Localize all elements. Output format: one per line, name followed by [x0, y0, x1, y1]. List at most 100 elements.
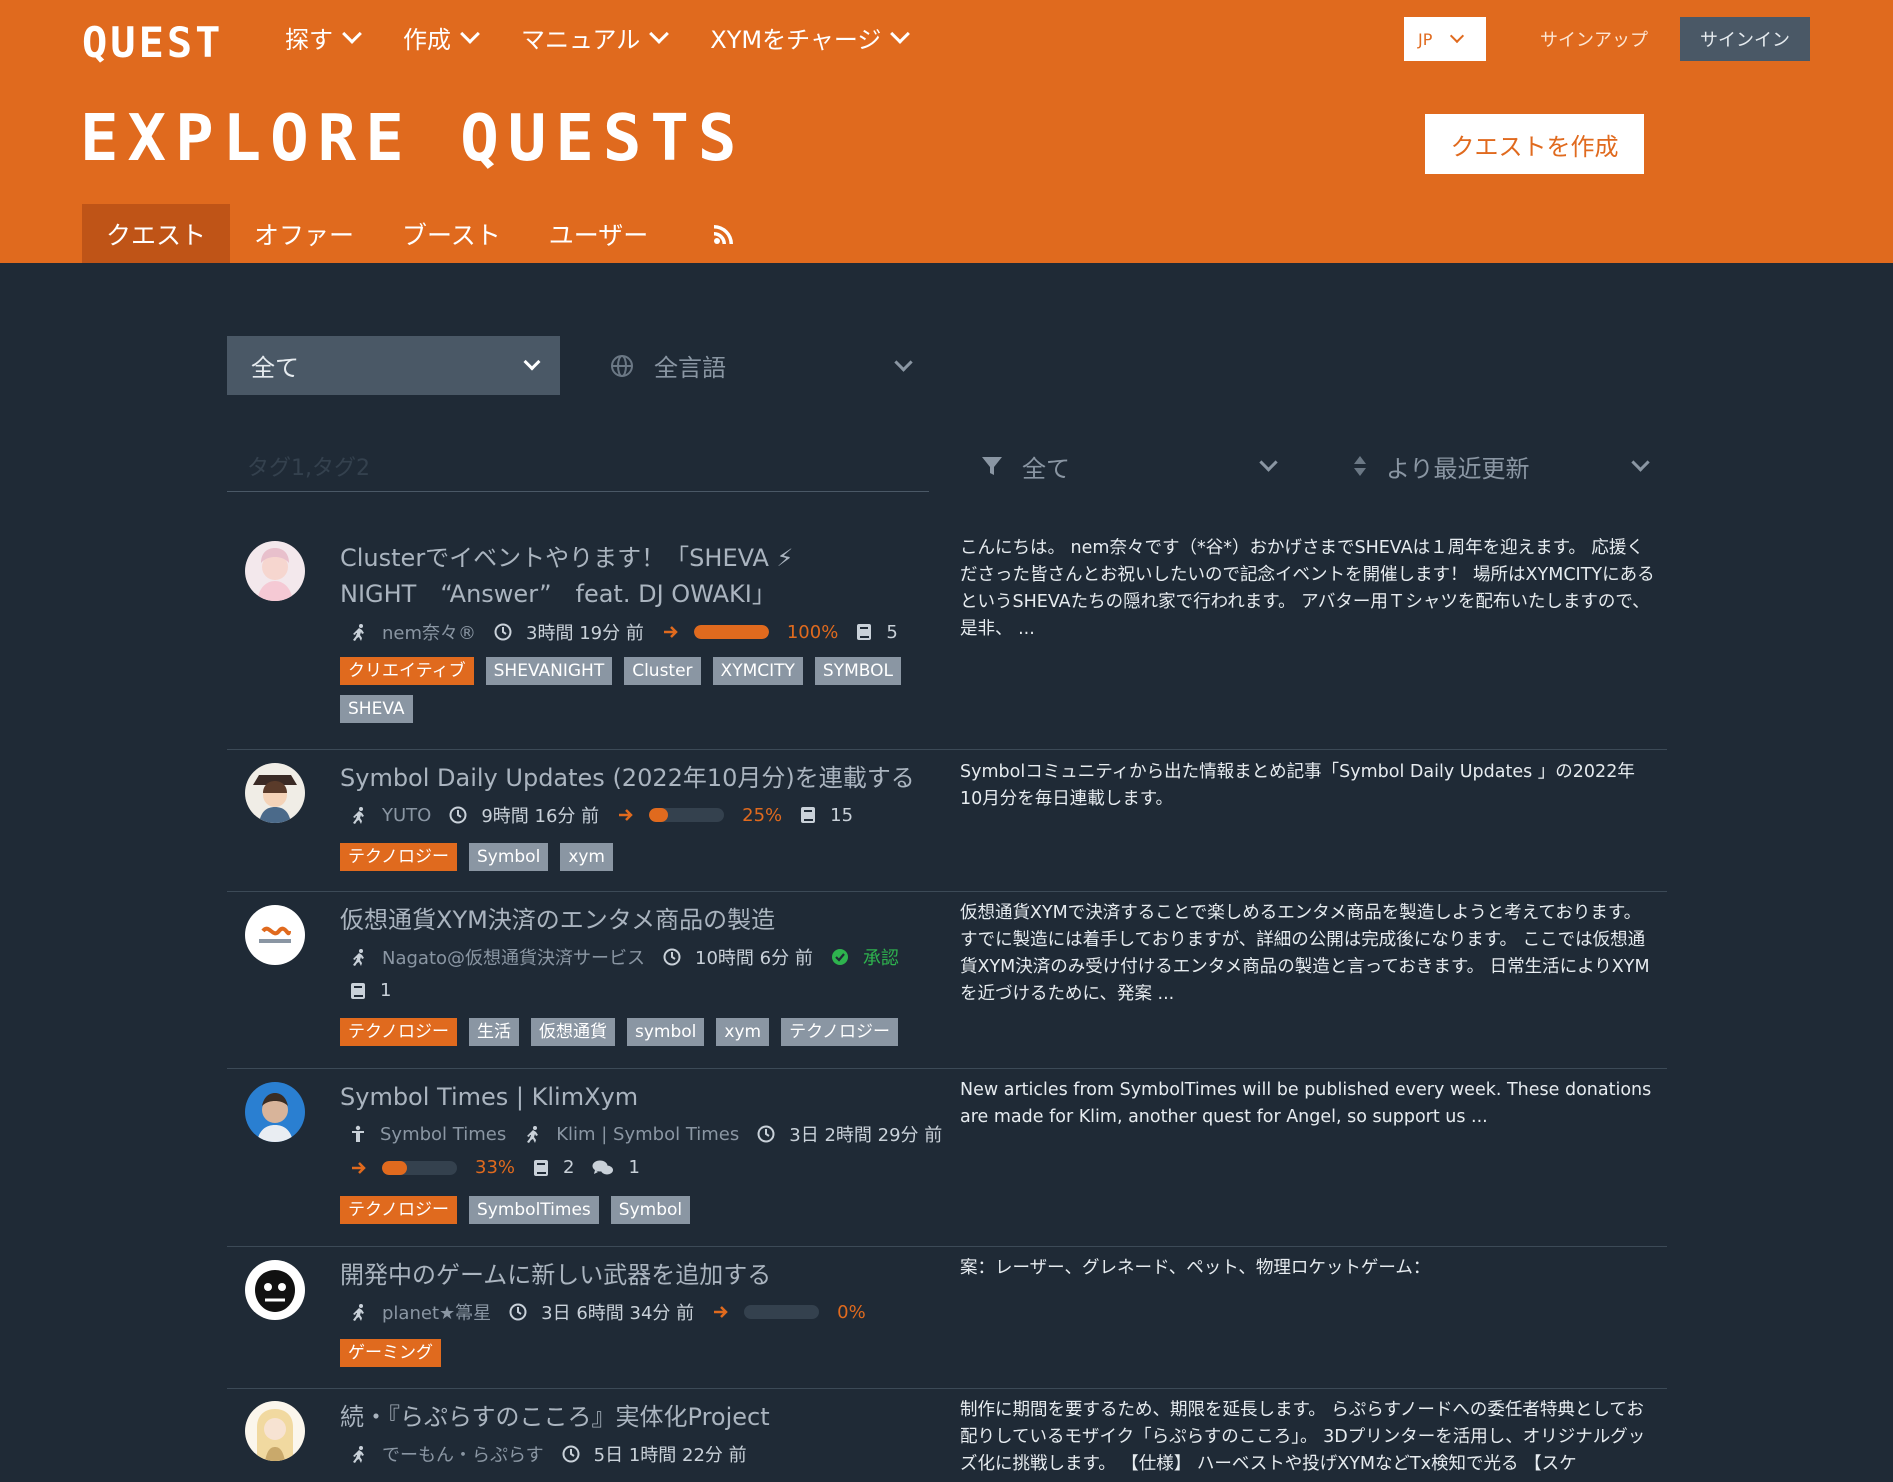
tag[interactable]: xym: [560, 843, 613, 871]
tag[interactable]: SymbolTimes: [468, 1196, 599, 1224]
tag[interactable]: 仮想通貨: [530, 1018, 615, 1046]
author-name[interactable]: Nagato@仮想通貨決済サービス: [382, 944, 645, 970]
author-name[interactable]: nem奈々®: [382, 619, 476, 645]
tag[interactable]: テクノロジー: [781, 1018, 899, 1046]
author-name[interactable]: でーもん・らぷらす: [382, 1441, 544, 1467]
quest-title[interactable]: Symbol Daily Updates (2022年10月分)を連載する: [340, 760, 940, 796]
quest-item[interactable]: 仮想通貨XYM決済のエンタメ商品の製造 Nagato@仮想通貨決済サービス 10…: [227, 892, 1667, 1069]
progress-label: 0%: [837, 1301, 866, 1323]
category-tag[interactable]: テクノロジー: [340, 1196, 457, 1224]
quest-title[interactable]: 仮想通貨XYM決済のエンタメ商品の製造: [340, 902, 940, 938]
updated-time: 3日 6時間 34分 前: [541, 1303, 695, 1324]
progress-label: 25%: [742, 804, 783, 826]
tag[interactable]: Cluster: [624, 657, 701, 685]
quest-meta: Nagato@仮想通貨決済サービス 10時間 6分 前 承認: [350, 944, 899, 970]
language-value: JP: [1418, 29, 1433, 49]
tag[interactable]: 生活: [468, 1018, 519, 1046]
quest-title[interactable]: Symbol Times | KlimXym: [340, 1079, 810, 1115]
nav-create-label: 作成: [403, 26, 451, 54]
signin-button[interactable]: サインイン: [1680, 17, 1810, 61]
tag-list: テクノロジー SymbolTimes Symbol: [340, 1196, 960, 1224]
runner-icon: [350, 1303, 368, 1321]
updated-time: 9時間 16分 前: [481, 806, 600, 827]
book-count: 2: [563, 1157, 575, 1178]
create-quest-button[interactable]: クエストを作成: [1425, 114, 1644, 174]
tab-users[interactable]: ユーザー: [525, 204, 673, 263]
quest-meta-extra: 33% 2 1: [350, 1157, 640, 1178]
quest-description: 案：レーザー、グレネード、ペット、物理ロケットゲーム：: [960, 1258, 1431, 1278]
quest-title[interactable]: 開発中のゲームに新しい武器を追加する: [340, 1257, 940, 1293]
rss-icon[interactable]: [712, 204, 736, 263]
quest-item[interactable]: Symbol Times | KlimXym Symbol Times Klim…: [227, 1069, 1667, 1247]
quest-item[interactable]: 続・『らぷらすのこころ』実体化Project でーもん・らぷらす 5日 1時間 …: [227, 1389, 1667, 1482]
clock-icon: [562, 1445, 580, 1463]
category-tag[interactable]: テクノロジー: [340, 843, 457, 871]
tag[interactable]: symbol: [626, 1018, 705, 1046]
nav-manual[interactable]: マニュアル: [521, 20, 670, 55]
category-tag[interactable]: ゲーミング: [340, 1339, 441, 1367]
tag[interactable]: SHEVANIGHT: [485, 657, 613, 685]
avatar[interactable]: [245, 1082, 305, 1142]
tab-boosts[interactable]: ブースト: [378, 204, 525, 263]
avatar[interactable]: [245, 905, 305, 965]
status-filter[interactable]: 全て: [980, 440, 1278, 492]
category-filter[interactable]: 全て: [227, 336, 560, 395]
quest-item[interactable]: Clusterでイベントやります！「SHEVA ⚡ NIGHT “Answer”…: [227, 520, 1667, 750]
book-count: 15: [830, 804, 854, 826]
tab-offers[interactable]: オファー: [230, 204, 378, 263]
tag-search-placeholder: タグ1,タグ2: [247, 455, 370, 481]
nav-explore[interactable]: 探す: [285, 20, 362, 55]
tag[interactable]: XYMCITY: [712, 657, 803, 685]
tag[interactable]: SHEVA: [340, 695, 413, 723]
chevron-down-icon: [890, 24, 911, 44]
tag-search-input[interactable]: タグ1,タグ2: [227, 440, 929, 492]
nav-charge[interactable]: XYMをチャージ: [710, 20, 911, 55]
sort-filter[interactable]: より最近更新: [1352, 440, 1650, 492]
book-count: 1: [380, 980, 392, 1001]
main-nav: 探す 作成 マニュアル XYMをチャージ: [285, 20, 911, 55]
book-icon: [350, 982, 366, 1000]
updated-time: 10時間 6分 前: [695, 948, 813, 969]
site-header: QUEST 探す 作成 マニュアル XYMをチャージ JP サインアップ サイン…: [0, 0, 1893, 263]
quest-item[interactable]: 開発中のゲームに新しい武器を追加する planet★箒星 3日 6時間 34分 …: [227, 1247, 1667, 1389]
category-tag[interactable]: テクノロジー: [340, 1018, 457, 1046]
tag[interactable]: Symbol: [610, 1196, 691, 1224]
runner-icon: [350, 806, 368, 824]
author-name[interactable]: planet★箒星: [382, 1299, 491, 1325]
language-filter-value: 全言語: [654, 354, 726, 382]
site-logo[interactable]: QUEST: [82, 18, 223, 67]
runner-icon: [350, 948, 368, 966]
language-filter[interactable]: 全言語: [610, 336, 913, 395]
sort-icon: [1354, 456, 1366, 476]
progress-fill: [693, 625, 769, 639]
progress-label: 33%: [475, 1157, 516, 1178]
signup-link[interactable]: サインアップ: [1540, 26, 1648, 52]
author-name[interactable]: YUTO: [382, 805, 431, 826]
quest-title[interactable]: Clusterでイベントやります！「SHEVA ⚡ NIGHT “Answer”…: [340, 540, 810, 612]
clock-icon: [757, 1125, 775, 1143]
updated-time: 5日 1時間 22分 前: [593, 1445, 747, 1466]
book-icon: [856, 623, 872, 641]
tag[interactable]: xym: [716, 1018, 770, 1046]
avatar[interactable]: [245, 1401, 305, 1461]
tag[interactable]: Symbol: [468, 843, 549, 871]
tag[interactable]: SYMBOL: [814, 657, 901, 685]
chevron-down-icon: [460, 24, 480, 44]
avatar[interactable]: [245, 541, 305, 601]
avatar[interactable]: [245, 763, 305, 823]
progress-fill: [382, 1160, 407, 1175]
quest-item[interactable]: Symbol Daily Updates (2022年10月分)を連載する YU…: [227, 750, 1667, 892]
category-tag[interactable]: クリエイティブ: [340, 657, 474, 685]
nav-create[interactable]: 作成: [403, 20, 480, 55]
quest-title[interactable]: 続・『らぷらすのこころ』実体化Project: [340, 1399, 940, 1435]
language-select[interactable]: JP: [1404, 17, 1486, 61]
author-name[interactable]: Klim | Symbol Times: [556, 1124, 739, 1145]
quest-description: New articles from SymbolTimes will be pu…: [960, 1080, 1652, 1127]
group-name[interactable]: Symbol Times: [380, 1124, 506, 1145]
tab-quests[interactable]: クエスト: [82, 204, 231, 263]
progress-label: 100%: [786, 621, 839, 643]
arrow-right-icon: [617, 806, 635, 824]
avatar[interactable]: [245, 1260, 305, 1320]
chevron-down-icon: [523, 353, 541, 371]
tag-list: テクノロジー Symbol xym: [340, 843, 960, 871]
